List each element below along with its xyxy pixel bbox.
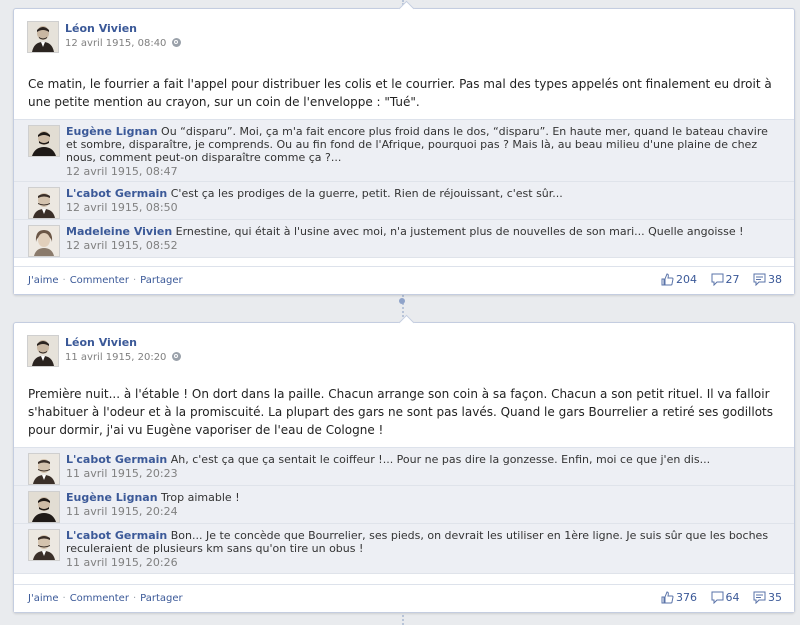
comment-link[interactable]: Commenter [70, 275, 129, 286]
comment-time[interactable]: 11 avril 1915, 20:23 [66, 467, 780, 480]
comments-value: 64 [725, 591, 740, 604]
comment-body: Eugène Lignan Ou “disparu”. Moi, ça m'a … [66, 125, 780, 178]
post-date-text[interactable]: 11 avril 1915, 20:20 [65, 352, 166, 363]
avatar[interactable] [28, 453, 60, 485]
comment-text: Ah, c'est ça que ça sentait le coiffeur … [170, 453, 711, 466]
comment-body: L'cabot Germain Ah, c'est ça que ça sent… [66, 453, 780, 480]
avatar[interactable] [28, 187, 60, 219]
comment-author[interactable]: L'cabot Germain [66, 453, 167, 466]
post-text: Première nuit... à l'étable ! On dort da… [28, 387, 774, 437]
post-author[interactable]: Léon Vivien [65, 22, 137, 35]
likes-count[interactable]: 204 [661, 273, 697, 286]
post-card: Léon Vivien 12 avril 1915, 08:40 Ce mati… [13, 0, 795, 295]
comments-count[interactable]: 64 [711, 591, 740, 605]
comment-body: L'cabot Germain C'est ça les prodiges de… [66, 187, 780, 214]
like-link[interactable]: J'aime [28, 275, 59, 286]
comment-time[interactable]: 11 avril 1915, 20:26 [66, 556, 780, 569]
avatar[interactable] [28, 491, 60, 523]
timeline-dot [399, 298, 405, 304]
post-actions: J'aime · Commenter · Partager [28, 275, 183, 286]
comment-author[interactable]: Eugène Lignan [66, 491, 158, 504]
shares-count[interactable]: 35 [753, 591, 782, 605]
likes-value: 376 [676, 591, 697, 604]
comment-link[interactable]: Commenter [70, 593, 129, 604]
comment-time[interactable]: 12 avril 1915, 08:50 [66, 201, 780, 214]
comment-author[interactable]: L'cabot Germain [66, 187, 167, 200]
share-icon [753, 591, 766, 605]
comment-text: Ernestine, qui était à l'usine avec moi,… [175, 225, 744, 238]
avatar[interactable] [28, 225, 60, 257]
thumbs-up-icon [661, 591, 674, 604]
post-card: Léon Vivien 11 avril 1915, 20:20 Premièr… [13, 314, 795, 613]
comment-author[interactable]: L'cabot Germain [66, 529, 167, 542]
comment-body: Eugène Lignan Trop aimable ! 11 avril 19… [66, 491, 780, 518]
comment-item: L'cabot Germain Bon... Je te concède que… [14, 524, 794, 574]
comment-item: L'cabot Germain Ah, c'est ça que ça sent… [14, 448, 794, 486]
likes-count[interactable]: 376 [661, 591, 697, 604]
comments-count[interactable]: 27 [711, 273, 740, 287]
avatar[interactable] [28, 125, 60, 157]
post-stats: 376 64 35 [651, 591, 782, 605]
comments-value: 27 [725, 273, 740, 286]
like-link[interactable]: J'aime [28, 593, 59, 604]
avatar[interactable] [28, 529, 60, 561]
post-actions: J'aime · Commenter · Partager [28, 593, 183, 604]
avatar[interactable] [27, 335, 59, 367]
post-stats: 204 27 38 [651, 273, 782, 287]
thumbs-up-icon [661, 273, 674, 286]
post-timestamp[interactable]: 11 avril 1915, 20:20 [65, 352, 182, 363]
avatar[interactable] [27, 21, 59, 53]
post-timestamp[interactable]: 12 avril 1915, 08:40 [65, 38, 182, 49]
likes-value: 204 [676, 273, 697, 286]
comment-time[interactable]: 12 avril 1915, 08:52 [66, 239, 780, 252]
comments-section: Eugène Lignan Ou “disparu”. Moi, ça m'a … [14, 119, 794, 258]
share-icon [753, 273, 766, 287]
comment-item: L'cabot Germain C'est ça les prodiges de… [14, 182, 794, 220]
comment-text: C'est ça les prodiges de la guerre, peti… [170, 187, 563, 200]
comment-text: Trop aimable ! [161, 491, 240, 504]
share-link[interactable]: Partager [140, 593, 182, 604]
comment-text: Ou “disparu”. Moi, ça m'a fait encore pl… [66, 125, 768, 164]
post-date-text[interactable]: 12 avril 1915, 08:40 [65, 38, 166, 49]
share-link[interactable]: Partager [140, 275, 182, 286]
comment-time[interactable]: 12 avril 1915, 08:47 [66, 165, 780, 178]
post-footer: J'aime · Commenter · Partager 204 27 38 [14, 266, 794, 294]
comment-author[interactable]: Madeleine Vivien [66, 225, 172, 238]
comment-item: Eugène Lignan Trop aimable ! 11 avril 19… [14, 486, 794, 524]
comment-bubble-icon [711, 273, 723, 287]
shares-count[interactable]: 38 [753, 273, 782, 287]
shares-value: 38 [768, 273, 782, 286]
comment-text: Bon... Je te concède que Bourrelier, ses… [66, 529, 769, 555]
comment-body: L'cabot Germain Bon... Je te concède que… [66, 529, 780, 569]
comment-item: Madeleine Vivien Ernestine, qui était à … [14, 220, 794, 258]
post-footer: J'aime · Commenter · Partager 376 64 35 [14, 584, 794, 612]
post-text: Ce matin, le fourrier a fait l'appel pou… [28, 77, 772, 109]
comment-author[interactable]: Eugène Lignan [66, 125, 158, 138]
shares-value: 35 [768, 591, 782, 604]
comment-body: Madeleine Vivien Ernestine, qui était à … [66, 225, 780, 252]
post-author[interactable]: Léon Vivien [65, 336, 137, 349]
comment-item: Eugène Lignan Ou “disparu”. Moi, ça m'a … [14, 120, 794, 182]
globe-icon [172, 352, 182, 361]
comments-section: L'cabot Germain Ah, c'est ça que ça sent… [14, 447, 794, 574]
comment-bubble-icon [711, 591, 723, 605]
comment-time[interactable]: 11 avril 1915, 20:24 [66, 505, 780, 518]
globe-icon [172, 38, 182, 47]
